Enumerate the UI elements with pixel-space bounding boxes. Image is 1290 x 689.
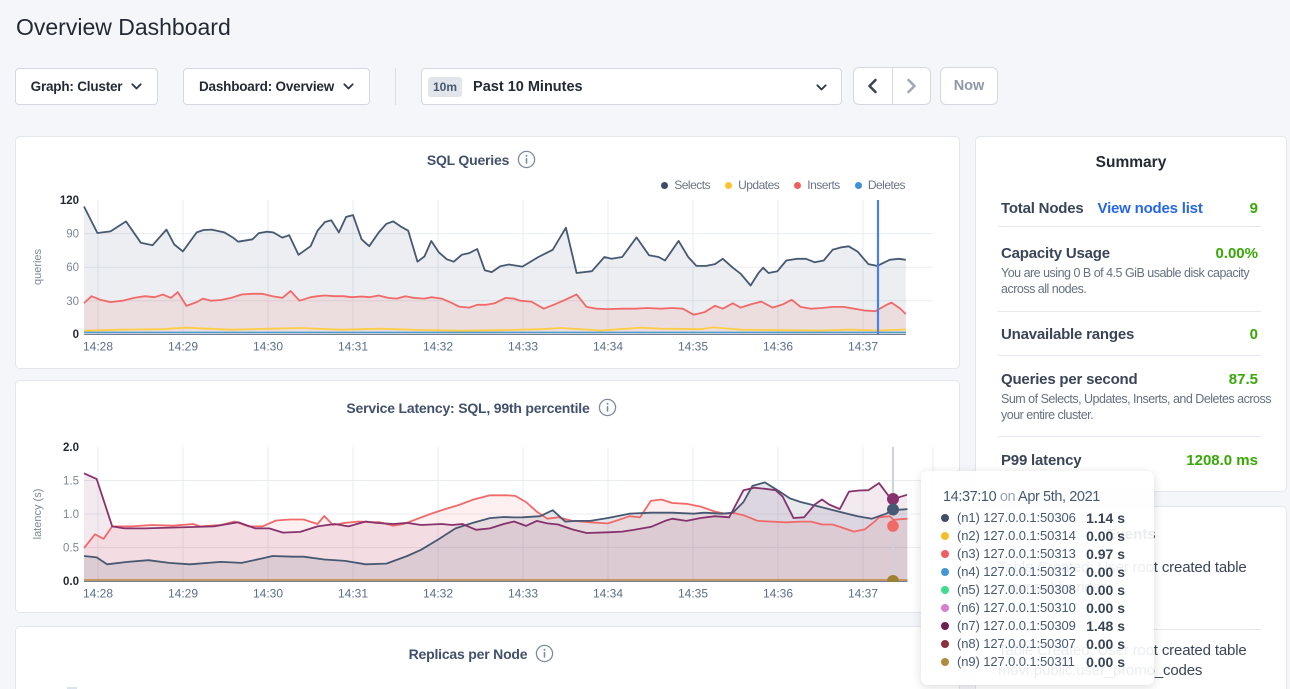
svg-text:0.0: 0.0 (63, 576, 79, 588)
svg-text:14:31: 14:31 (338, 340, 368, 354)
svg-text:2.0: 2.0 (63, 442, 79, 454)
svg-text:30: 30 (66, 296, 79, 308)
svg-text:90: 90 (66, 229, 79, 241)
svg-text:14:33: 14:33 (508, 340, 538, 354)
svg-text:14:28: 14:28 (83, 340, 113, 354)
svg-text:14:29: 14:29 (168, 587, 198, 601)
svg-text:14:32: 14:32 (423, 587, 453, 601)
svg-text:14:36: 14:36 (763, 340, 793, 354)
svg-text:queries: queries (32, 248, 44, 285)
svg-text:1.0: 1.0 (63, 509, 79, 521)
svg-text:14:28: 14:28 (83, 587, 113, 601)
svg-text:14:36: 14:36 (763, 587, 793, 601)
svg-text:1.5: 1.5 (63, 476, 79, 488)
svg-text:14:37: 14:37 (848, 587, 878, 601)
svg-text:14:34: 14:34 (593, 587, 623, 601)
svg-text:14:30: 14:30 (253, 587, 283, 601)
svg-text:14:29: 14:29 (168, 340, 198, 354)
svg-text:14:31: 14:31 (338, 587, 368, 601)
svg-text:14:37: 14:37 (848, 340, 878, 354)
svg-text:14:35: 14:35 (678, 340, 708, 354)
svg-text:14:35: 14:35 (678, 587, 708, 601)
svg-text:60: 60 (66, 262, 79, 274)
svg-text:14:30: 14:30 (253, 340, 283, 354)
svg-text:latency (s): latency (s) (32, 489, 44, 540)
svg-text:120: 120 (60, 195, 79, 207)
svg-text:14:34: 14:34 (593, 340, 623, 354)
svg-text:0.5: 0.5 (63, 543, 79, 555)
svg-text:0: 0 (73, 329, 79, 341)
svg-text:14:32: 14:32 (423, 340, 453, 354)
svg-text:14:33: 14:33 (508, 587, 538, 601)
